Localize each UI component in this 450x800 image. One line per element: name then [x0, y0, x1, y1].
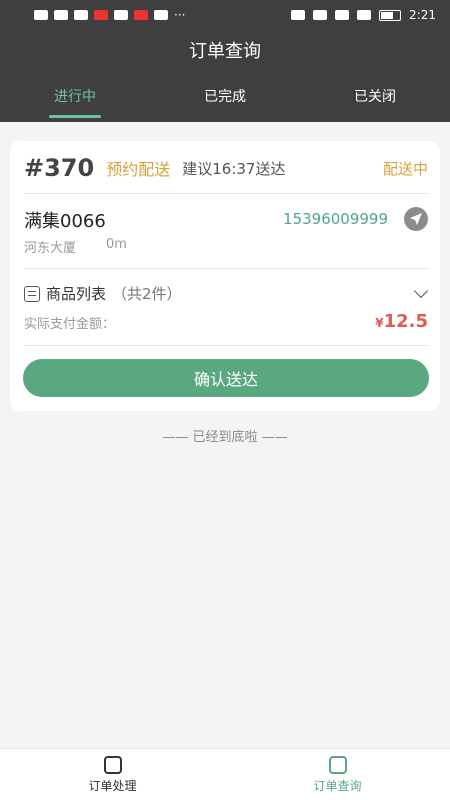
delivery-eta: 建议16:37送达: [182, 159, 286, 178]
customer-address: 河东大厦: [24, 241, 77, 256]
nav-item-label: 订单处理: [88, 778, 137, 793]
order-search-icon: [328, 755, 347, 774]
signal-icon: [54, 10, 68, 20]
divider: [24, 193, 428, 194]
order-process-icon: [103, 755, 122, 774]
bottom-nav: 订单处理 订单查询: [0, 748, 450, 800]
app-icon: [94, 10, 108, 20]
customer-phone-link[interactable]: 15396009999: [283, 210, 388, 228]
page-title: 订单查询: [0, 30, 450, 70]
end-of-list-text: —— 已经到底啦 ——: [162, 430, 288, 445]
paid-amount-label: 实际支付金额：: [24, 317, 116, 332]
app-icon: [134, 10, 148, 20]
tab-completed[interactable]: 已完成: [150, 70, 300, 122]
battery-icon: [379, 9, 402, 21]
wifi-icon: [74, 10, 88, 20]
clock: 2:21: [409, 8, 436, 22]
navigate-button[interactable]: [404, 207, 428, 231]
order-number: #370: [24, 154, 95, 182]
nav-item-order-processing[interactable]: 订单处理: [0, 749, 225, 800]
nav-item-label: 订单查询: [313, 778, 362, 793]
customer-distance: 0m: [106, 237, 127, 252]
paid-amount-value: 12.5: [383, 311, 428, 332]
customer-name: 满集0066: [24, 211, 106, 232]
hd-icon: [34, 10, 48, 20]
tab-in-progress[interactable]: 进行中: [0, 70, 150, 122]
order-card: #370 预约配送 建议16:37送达 配送中 满集0066 153960099…: [10, 141, 440, 411]
divider: [24, 268, 428, 269]
order-type-badge: 预约配送: [106, 160, 171, 179]
message-icon: [154, 10, 168, 20]
currency-symbol: ¥: [375, 316, 384, 330]
nav-item-order-query[interactable]: 订单查询: [225, 749, 450, 800]
status-badge: 配送中: [382, 159, 428, 178]
list-icon: [24, 285, 40, 302]
app-icon: [114, 10, 128, 20]
divider: [24, 345, 428, 346]
goods-list-toggle[interactable]: 商品列表 （共2件）: [24, 283, 182, 304]
order-status-tabs: 进行中 已完成 已关闭: [0, 70, 450, 122]
chevron-down-icon[interactable]: [413, 283, 429, 299]
eye-icon: [291, 10, 306, 20]
tab-closed[interactable]: 已关闭: [300, 70, 450, 122]
navigation-arrow-icon: [410, 213, 422, 225]
vibrate-icon: [335, 10, 350, 20]
goods-count: （共2件）: [112, 285, 182, 303]
confirm-delivery-button[interactable]: 确认送达: [23, 359, 429, 397]
nfc-icon: [313, 10, 328, 20]
more-indicator: ···: [174, 8, 186, 22]
goods-list-title: 商品列表: [46, 285, 107, 303]
paid-amount: ¥12.5: [375, 311, 428, 332]
bluetooth-icon: [357, 10, 372, 20]
status-bar: ··· 2:21: [0, 0, 450, 30]
